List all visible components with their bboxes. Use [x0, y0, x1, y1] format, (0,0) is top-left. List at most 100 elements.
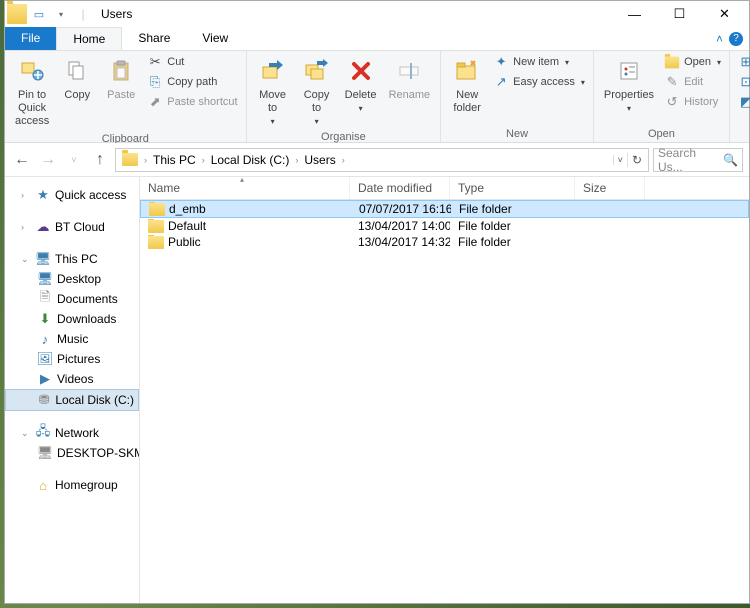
- cut-button[interactable]: ✂Cut: [145, 53, 239, 71]
- search-placeholder: Search Us...: [658, 146, 723, 174]
- pin-to-quick-access-button[interactable]: Pin to Quick access: [11, 53, 53, 131]
- crumb-this-pc[interactable]: This PC: [149, 153, 200, 167]
- easy-access-icon: ↗: [493, 74, 509, 90]
- file-row[interactable]: Public13/04/2017 14:32File folder: [140, 234, 749, 250]
- up-button[interactable]: ↑: [89, 149, 111, 171]
- nav-bt-cloud[interactable]: ›☁BT Cloud: [5, 217, 139, 237]
- folder-icon: [7, 4, 27, 24]
- maximize-button[interactable]: ☐: [657, 1, 702, 27]
- ribbon-group-organise: Move to▾ Copy to▾ Delete▾ Rename Organis…: [247, 51, 442, 142]
- forward-button[interactable]: →: [37, 149, 59, 171]
- qat-dropdown-icon[interactable]: ▾: [51, 4, 71, 24]
- pictures-icon: 🖼: [37, 351, 53, 367]
- folder-icon: [148, 236, 164, 249]
- properties-button[interactable]: Properties▾: [600, 53, 658, 116]
- close-button[interactable]: ✕: [702, 1, 747, 27]
- nav-local-disk[interactable]: ⛃Local Disk (C:): [5, 389, 139, 411]
- tab-home[interactable]: Home: [56, 27, 122, 50]
- file-name: Public: [168, 235, 201, 249]
- file-row[interactable]: Default13/04/2017 14:00File folder: [140, 218, 749, 234]
- folder-icon: [149, 203, 165, 216]
- nav-homegroup[interactable]: ⌂Homegroup: [5, 475, 139, 495]
- videos-icon: ▶: [37, 371, 53, 387]
- tab-view[interactable]: View: [186, 27, 244, 50]
- nav-music[interactable]: ♪Music: [5, 329, 139, 349]
- minimize-button[interactable]: —: [612, 1, 657, 27]
- move-to-button[interactable]: Move to▾: [253, 53, 293, 129]
- nav-pictures[interactable]: 🖼Pictures: [5, 349, 139, 369]
- address-dropdown-icon[interactable]: ˅: [613, 155, 627, 165]
- crumb-local-disk[interactable]: Local Disk (C:): [207, 153, 294, 167]
- easy-access-button[interactable]: ↗Easy access▾: [491, 73, 587, 91]
- nav-documents[interactable]: 🗎Documents: [5, 289, 139, 309]
- new-folder-button[interactable]: New folder: [447, 53, 487, 117]
- select-all-icon: ⊞: [738, 54, 750, 70]
- select-none-button[interactable]: ⊡Select none: [736, 73, 750, 91]
- nav-desktop[interactable]: 🖥Desktop: [5, 269, 139, 289]
- edit-button[interactable]: ✎Edit: [662, 73, 723, 91]
- path-icon: ⎘: [147, 74, 163, 90]
- group-label-open: Open: [600, 126, 723, 142]
- col-size[interactable]: Size: [575, 177, 645, 199]
- open-button[interactable]: Open▾: [662, 53, 723, 71]
- address-bar[interactable]: › This PC › Local Disk (C:) › Users › ˅ …: [115, 148, 649, 172]
- open-icon: [664, 54, 680, 70]
- copy-to-button[interactable]: Copy to▾: [297, 53, 337, 129]
- crumb-users[interactable]: Users: [300, 153, 339, 167]
- qat-separator: |: [73, 4, 93, 24]
- refresh-icon[interactable]: ↻: [627, 153, 646, 167]
- invert-selection-button[interactable]: ◩Invert selection: [736, 93, 750, 111]
- search-input[interactable]: Search Us... 🔍: [653, 148, 743, 172]
- file-row[interactable]: d_emb07/07/2017 16:16File folder: [140, 200, 749, 218]
- copy-icon: [61, 55, 93, 87]
- properties-qat-icon[interactable]: ▭: [29, 4, 49, 24]
- ribbon-group-open: Properties▾ Open▾ ✎Edit ↺History Open: [594, 51, 730, 142]
- nav-downloads[interactable]: ⬇Downloads: [5, 309, 139, 329]
- rename-icon: [393, 55, 425, 87]
- file-rows: d_emb07/07/2017 16:16File folderDefault1…: [140, 200, 749, 603]
- computer-icon: 🖥: [37, 445, 53, 461]
- back-button[interactable]: ←: [11, 149, 33, 171]
- chevron-right-icon[interactable]: ›: [142, 155, 149, 165]
- delete-button[interactable]: Delete▾: [341, 53, 381, 116]
- music-icon: ♪: [37, 331, 53, 347]
- ribbon-group-select: ⊞Select all ⊡Select none ◩Invert selecti…: [730, 51, 750, 142]
- navigation-pane: ›★Quick access ›☁BT Cloud ⌄🖥This PC 🖥Des…: [5, 177, 140, 603]
- group-label-new: New: [447, 126, 587, 142]
- chevron-right-icon[interactable]: ›: [293, 155, 300, 165]
- select-all-button[interactable]: ⊞Select all: [736, 53, 750, 71]
- homegroup-icon: ⌂: [35, 477, 51, 493]
- tab-share[interactable]: Share: [122, 27, 186, 50]
- search-icon: 🔍: [723, 153, 738, 167]
- col-name[interactable]: Name: [140, 177, 350, 199]
- col-type[interactable]: Type: [450, 177, 575, 199]
- nav-desktop-skm[interactable]: 🖥DESKTOP-SKM20LT: [5, 443, 139, 463]
- col-date[interactable]: Date modified: [350, 177, 450, 199]
- new-item-button[interactable]: ✦New item▾: [491, 53, 587, 71]
- chevron-right-icon[interactable]: ›: [340, 155, 347, 165]
- downloads-icon: ⬇: [37, 311, 53, 327]
- new-folder-icon: [451, 55, 483, 87]
- disk-icon: ⛃: [37, 392, 51, 408]
- copy-button[interactable]: Copy: [57, 53, 97, 104]
- paste-icon: [105, 55, 137, 87]
- file-type: File folder: [451, 202, 576, 216]
- copy-path-button[interactable]: ⎘Copy path: [145, 73, 239, 91]
- paste-button[interactable]: Paste: [101, 53, 141, 104]
- computer-icon: 🖥: [35, 251, 51, 267]
- history-button[interactable]: ↺History: [662, 93, 723, 111]
- recent-dropdown[interactable]: ˅: [63, 149, 85, 171]
- nav-this-pc[interactable]: ⌄🖥This PC: [5, 249, 139, 269]
- copy-to-icon: [301, 55, 333, 87]
- help-icon[interactable]: ?: [729, 32, 743, 46]
- chevron-right-icon[interactable]: ›: [200, 155, 207, 165]
- nav-quick-access[interactable]: ›★Quick access: [5, 185, 139, 205]
- ribbon-collapse-icon[interactable]: ˄: [716, 32, 723, 46]
- paste-shortcut-button[interactable]: ⬈Paste shortcut: [145, 93, 239, 111]
- nav-videos[interactable]: ▶Videos: [5, 369, 139, 389]
- file-date: 13/04/2017 14:00: [350, 219, 450, 233]
- tab-file[interactable]: File: [5, 27, 56, 50]
- nav-network[interactable]: ⌄🖧Network: [5, 423, 139, 443]
- crumb-root-icon[interactable]: [118, 153, 142, 166]
- rename-button[interactable]: Rename: [385, 53, 435, 104]
